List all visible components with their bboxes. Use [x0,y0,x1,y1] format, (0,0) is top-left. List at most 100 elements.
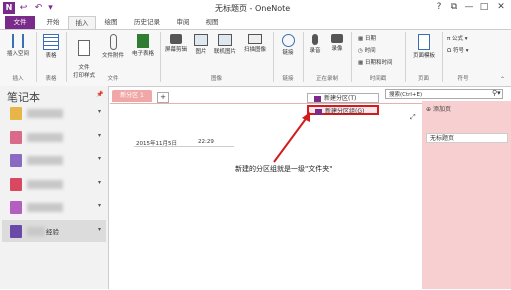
blurred-notebook-name [27,156,63,165]
chevron-down-icon[interactable]: ▾ [98,202,101,209]
blurred-notebook-name [27,109,63,118]
group-label-recording: 正在录制 [315,76,338,82]
notebook-item[interactable]: ▾ [2,197,106,217]
title-underline [134,146,234,147]
online-picture-icon [218,34,232,46]
link-button[interactable]: 链接 [277,34,299,56]
screen-clip-button[interactable]: 屏幕剪辑 [162,34,190,53]
picture-button[interactable]: 图片 [192,34,210,55]
notebook-name: 经验 [46,228,59,236]
table-icon [43,34,59,50]
spreadsheet-button[interactable]: 电子表格 [129,34,157,57]
spreadsheet-icon [137,34,149,48]
group-label-image: 图像 [210,76,222,82]
tab-view[interactable]: 视图 [199,16,225,29]
video-camera-icon [331,34,343,43]
notebook-item[interactable]: ▾ [2,150,106,170]
close-button[interactable]: ✕ [494,1,508,14]
undo-icon[interactable]: ↶ [33,2,44,14]
online-picture-button[interactable]: 联机图片 [211,34,239,55]
section-tab[interactable]: 新分区 1 [112,90,152,102]
group-label-file: 文件 [107,76,119,82]
window-title: 无标题页 - OneNote [215,4,291,13]
page-template-button[interactable]: 页面模板 [409,34,439,59]
annotation-arrow [273,112,310,163]
group-label-timestamp: 时间戳 [369,76,387,82]
back-icon[interactable]: ↩ [18,2,29,14]
blurred-notebook-name [27,180,63,189]
menu-item-new-section[interactable]: 新建分区(T) [307,93,379,103]
date-button[interactable]: ▦ 日期 [358,34,376,42]
annotation-text: 新建的分区组就是一级"文件夹" [235,165,333,173]
notebook-icon [10,131,22,144]
notebook-icon [10,225,22,238]
collapse-ribbon-icon[interactable]: ⌃ [500,76,505,83]
picture-icon [194,34,208,46]
insert-space-icon [12,34,24,48]
tab-insert[interactable]: 插入 [68,16,96,30]
time-button[interactable]: ◷ 时间 [358,46,376,54]
dropdown-icon[interactable]: ▾ [45,2,56,14]
page-list-panel [422,101,511,289]
group-label-link: 链接 [282,76,294,82]
add-page-button[interactable]: ⊕ 添加页 [426,104,451,113]
paperclip-icon [109,34,117,50]
expand-icon[interactable]: ⤢ [410,113,416,122]
page-list-item[interactable]: 无标题页 [426,133,508,143]
record-audio-button[interactable]: 录音 [305,34,325,54]
chevron-down-icon[interactable]: ▾ [98,132,101,139]
equation-button[interactable]: π 公式 ▾ [447,34,468,42]
notebook-item[interactable]: ▾ [2,127,106,147]
restore-ribbon-button[interactable]: ⧉ [447,1,461,14]
page-template-icon [418,34,430,50]
table-button[interactable]: 表格 [40,34,62,59]
printout-icon [78,40,90,56]
tab-draw[interactable]: 绘图 [98,16,124,29]
chevron-down-icon[interactable]: ▾ [98,155,101,162]
onenote-logo: N [3,2,15,14]
blurred-notebook-name [27,203,63,212]
microphone-icon [312,34,318,45]
chevron-down-icon[interactable]: ▾ [98,226,101,233]
tab-file[interactable]: 文件 [5,16,35,29]
group-label-table: 表格 [45,76,57,82]
menu-item-new-section-group[interactable]: 新建分区组(G) [307,105,379,115]
minimize-button[interactable]: — [462,1,476,14]
symbol-button[interactable]: Ω 符号 ▾ [447,46,468,54]
pin-icon[interactable]: 📌 [96,91,103,98]
tab-review[interactable]: 审阅 [170,16,196,29]
plus-circle-icon: ⊕ [426,106,433,113]
section-icon [314,95,321,102]
notebook-item-selected[interactable]: 经验 ▾ [2,220,106,242]
tab-home[interactable]: 开始 [40,16,66,29]
scanned-image-button[interactable]: 扫描图像 [240,34,270,53]
insert-space-button[interactable]: 插入空间 [4,34,32,57]
section-group-icon [315,108,322,115]
globe-link-icon [281,34,295,47]
notebook-item[interactable]: ▾ [2,174,106,194]
group-label-symbol: 符号 [457,76,469,82]
notebook-item[interactable]: ▾ [2,103,106,123]
calendar-clock-icon: ▦ [358,60,365,66]
page-canvas[interactable] [110,103,422,290]
page-time: 22:29 [198,139,214,145]
maximize-button[interactable]: □ [477,1,491,14]
record-video-button[interactable]: 录像 [327,34,347,52]
file-printout-button[interactable]: 文件 打印样式 [70,34,98,79]
chevron-down-icon[interactable]: ▾ [98,179,101,186]
file-attach-button[interactable]: 文件附件 [99,34,127,59]
date-time-button[interactable]: ▦ 日期和时间 [358,58,392,66]
search-icon[interactable]: ⚲▾ [492,89,501,97]
calendar-icon: ▦ [358,36,365,42]
scanner-icon [248,34,262,44]
notebook-icon [10,107,22,120]
help-button[interactable]: ? [432,1,446,14]
tab-history[interactable]: 历史记录 [127,16,167,29]
group-label-insert: 插入 [12,76,24,82]
group-label-page: 页面 [417,76,429,82]
add-section-button[interactable]: + [157,92,169,103]
notebook-icon [10,201,22,214]
notebook-icon [10,154,22,167]
search-input[interactable]: 搜索(Ctrl+E) [385,89,503,99]
chevron-down-icon[interactable]: ▾ [98,108,101,115]
